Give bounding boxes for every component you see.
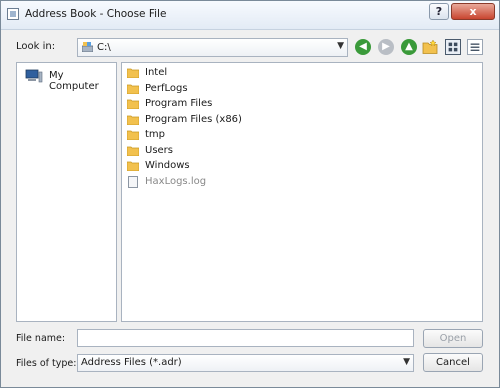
new-folder-icon[interactable] (422, 39, 438, 55)
cancel-button[interactable]: Cancel (423, 353, 483, 372)
up-folder-icon[interactable]: ▲ (401, 39, 417, 55)
file-list: Intel PerfLogs Program Files Program Fil… (121, 62, 483, 322)
help-button[interactable]: ? (429, 3, 449, 20)
detail-view-icon[interactable] (445, 39, 461, 55)
window-title: Address Book - Choose File (25, 8, 167, 20)
file-name: Program Files (x86) (145, 113, 242, 125)
file-name: tmp (145, 129, 166, 140)
file-name-label: File name: (16, 333, 66, 344)
folder-icon (127, 146, 139, 156)
folder-icon (127, 115, 139, 125)
look-in-label: Look in: (16, 41, 56, 52)
file-name: PerfLogs (145, 82, 188, 94)
list-view-icon[interactable] (467, 39, 483, 55)
chevron-down-icon: ▼ (403, 357, 410, 367)
file-name: Program Files (145, 98, 213, 109)
file-chooser-dialog: Address Book - Choose File ? x Look in: … (0, 0, 500, 388)
title-bar[interactable]: Address Book - Choose File ? x (1, 1, 499, 30)
window-icon (7, 8, 19, 20)
files-of-type-value: Address Files (*.adr) (81, 357, 182, 368)
back-arrow-icon[interactable]: ◀ (355, 39, 371, 55)
folder-icon (127, 84, 139, 94)
file-name: Users (145, 144, 174, 156)
open-button[interactable]: Open (423, 329, 483, 348)
look-in-dropdown[interactable]: C:\ ▼ (77, 38, 348, 57)
folder-icon (127, 68, 139, 78)
files-of-type-dropdown[interactable]: Address Files (*.adr) ▼ (77, 354, 414, 372)
folder-icon (127, 161, 139, 171)
drive-icon (82, 42, 93, 52)
forward-arrow-icon[interactable]: ▶ (378, 39, 394, 55)
chevron-down-icon: ▼ (337, 41, 344, 51)
folder-icon (127, 130, 139, 140)
close-button[interactable]: x (451, 3, 495, 20)
file-name: Intel (145, 67, 168, 78)
computer-icon[interactable] (25, 69, 43, 83)
file-name: HaxLogs.log (145, 175, 207, 187)
file-name: Windows (145, 160, 190, 171)
places-sidebar: My Computer (16, 62, 117, 322)
files-of-type-label: Files of type: (16, 358, 77, 369)
sidebar-item-my-computer[interactable]: My Computer (49, 70, 116, 92)
folder-icon (127, 99, 139, 109)
document-icon (128, 175, 138, 188)
look-in-value: C:\ (97, 42, 111, 53)
file-name-input[interactable] (77, 329, 414, 347)
